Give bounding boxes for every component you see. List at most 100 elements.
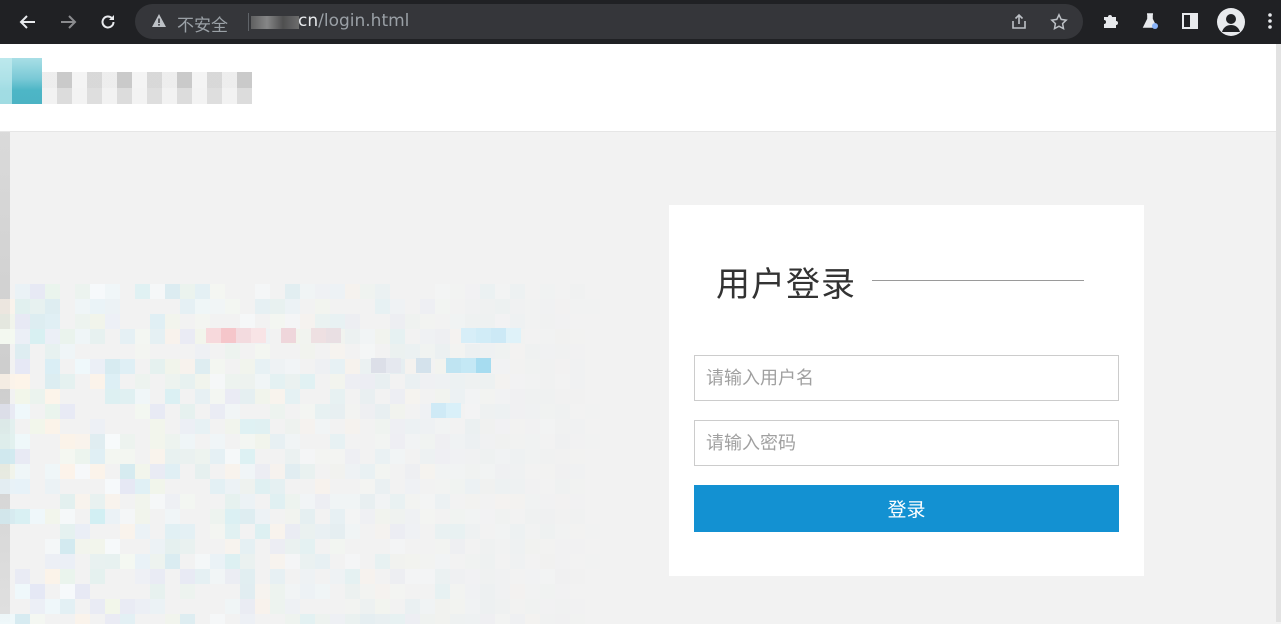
illustration-pixel (0, 509, 15, 524)
illustration-pixel (300, 539, 315, 554)
illustration-pixel (45, 359, 60, 374)
illustration-pixel (165, 449, 180, 464)
illustration-pixel (60, 524, 75, 539)
illustration-pixel (375, 524, 390, 539)
browser-menu-button[interactable] (1258, 9, 1281, 33)
illustration-pixel (540, 509, 555, 524)
warning-triangle-icon (152, 14, 166, 27)
illustration-pixel (150, 494, 165, 509)
illustration-pixel (480, 584, 495, 599)
illustration-pixel (480, 374, 495, 389)
illustration-pixel (330, 389, 345, 404)
illustration-pixel (45, 314, 60, 329)
illustration-pixel (120, 389, 135, 404)
illustration-pixel (555, 569, 570, 584)
login-button[interactable]: 登录 (694, 485, 1119, 532)
illustration-pixel (450, 569, 465, 584)
illustration-pixel (105, 389, 120, 404)
illustration-pixel (480, 479, 495, 494)
illustration-pixel (150, 599, 165, 614)
extensions-button[interactable] (1098, 9, 1122, 33)
illustration-pixel (225, 449, 240, 464)
illustration-pixel (390, 554, 405, 569)
illustration-pixel (330, 314, 345, 329)
illustration-pixel (270, 599, 285, 614)
illustration-accent (416, 358, 431, 373)
illustration-pixel (525, 464, 540, 479)
illustration-pixel (270, 434, 285, 449)
illustration-pixel (585, 554, 600, 569)
illustration-pixel (45, 599, 60, 614)
forward-button[interactable] (54, 8, 82, 36)
illustration-pixel (135, 599, 150, 614)
illustration-pixel (435, 284, 450, 299)
back-button[interactable] (14, 8, 42, 36)
illustration-pixel (525, 299, 540, 314)
illustration-pixel (300, 314, 315, 329)
security-label[interactable]: 不安全 (177, 11, 228, 36)
profile-button[interactable] (1217, 8, 1245, 36)
page-scrollbar[interactable] (1276, 44, 1281, 622)
illustration-accent (461, 328, 476, 343)
illustration-pixel (120, 449, 135, 464)
illustration-pixel (300, 344, 315, 359)
illustration-pixel (555, 434, 570, 449)
illustration-pixel (465, 554, 480, 569)
illustration-pixel (375, 329, 390, 344)
illustration-pixel (570, 299, 585, 314)
illustration-pixel (165, 284, 180, 299)
illustration-pixel (300, 464, 315, 479)
illustration-pixel (360, 464, 375, 479)
illustration-pixel (525, 599, 540, 614)
illustration-pixel (255, 599, 270, 614)
illustration-pixel (150, 329, 165, 344)
illustration-pixel (255, 464, 270, 479)
illustration-pixel (60, 509, 75, 524)
username-input[interactable] (694, 355, 1119, 401)
illustration-pixel (75, 449, 90, 464)
reload-button[interactable] (94, 8, 122, 36)
labs-button[interactable] (1138, 9, 1162, 33)
illustration-pixel (570, 614, 585, 624)
star-icon (1050, 13, 1068, 30)
illustration-pixel (420, 329, 435, 344)
illustration-pixel (240, 434, 255, 449)
illustration-pixel (90, 539, 105, 554)
illustration-pixel (585, 329, 600, 344)
illustration-pixel (60, 464, 75, 479)
illustration-pixel (285, 314, 300, 329)
illustration-pixel (210, 509, 225, 524)
illustration-pixel (555, 539, 570, 554)
illustration-pixel (180, 539, 195, 554)
illustration-pixel (525, 359, 540, 374)
illustration-pixel (585, 599, 600, 614)
illustration-pixel (285, 419, 300, 434)
illustration-pixel (210, 284, 225, 299)
illustration-pixel (510, 344, 525, 359)
illustration-pixel (480, 434, 495, 449)
illustration-pixel (255, 284, 270, 299)
illustration-pixel (45, 464, 60, 479)
illustration-pixel (585, 494, 600, 509)
illustration-pixel (285, 539, 300, 554)
illustration-pixel (15, 569, 30, 584)
illustration-pixel (105, 554, 120, 569)
illustration-pixel (165, 614, 180, 624)
address-bar[interactable]: 不安全 cn/login.html (135, 4, 1083, 39)
illustration-pixel (315, 449, 330, 464)
illustration-pixel (150, 434, 165, 449)
illustration-pixel (390, 329, 405, 344)
share-icon (1012, 13, 1026, 29)
illustration-pixel (450, 284, 465, 299)
bookmark-button[interactable] (1048, 11, 1070, 33)
illustration-pixel (480, 389, 495, 404)
side-panel-icon (1182, 13, 1198, 29)
illustration-pixel (420, 299, 435, 314)
share-button[interactable] (1008, 11, 1030, 33)
illustration-pixel (375, 599, 390, 614)
illustration-pixel (540, 599, 555, 614)
side-panel-button[interactable] (1178, 9, 1202, 33)
password-input[interactable] (694, 420, 1119, 466)
illustration-pixel (495, 344, 510, 359)
illustration-pixel (525, 434, 540, 449)
